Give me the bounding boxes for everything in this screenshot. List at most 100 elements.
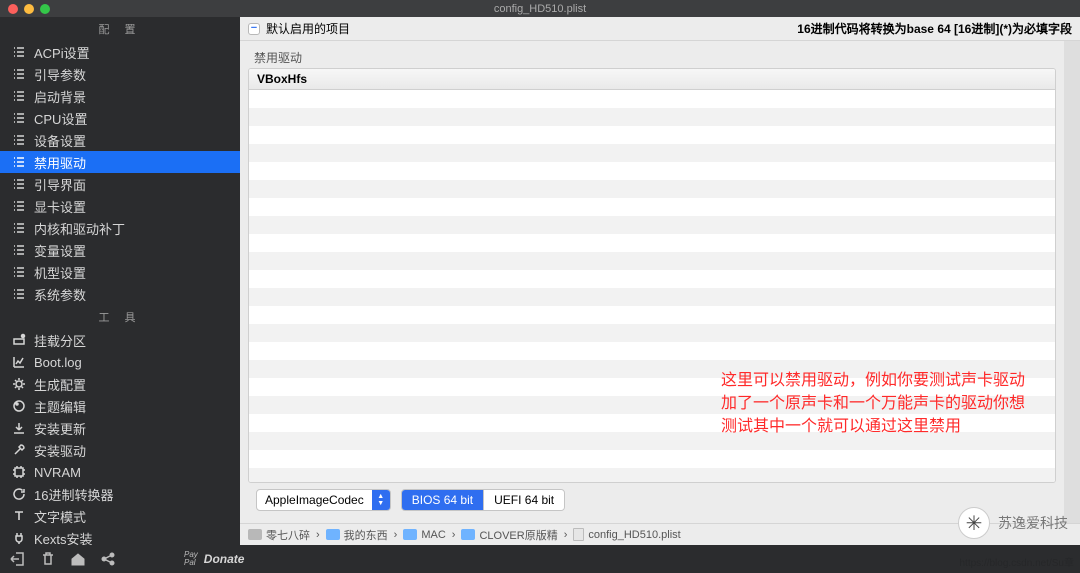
driver-combo[interactable]: AppleImageCodec ▲▼	[256, 489, 391, 511]
content-toolbar: 默认启用的项目 16进制代码将转换为base 64 [16进制](*)为必填字段	[240, 17, 1080, 41]
sidebar-item[interactable]: 机型设置	[0, 261, 240, 283]
table-row[interactable]	[249, 252, 1055, 270]
folder-icon	[326, 529, 340, 540]
sidebar-item[interactable]: 启动背景	[0, 85, 240, 107]
table-row[interactable]	[249, 108, 1055, 126]
table-row[interactable]	[249, 468, 1055, 482]
table-row[interactable]	[249, 90, 1055, 108]
table-row[interactable]	[249, 306, 1055, 324]
sidebar-item[interactable]: 主题编辑	[0, 395, 240, 417]
sidebar-item-label: 生成配置	[34, 375, 228, 394]
sidebar: 配 置 ACPi设置引导参数启动背景 CPU设置设备设置禁用驱动引导界面显卡设置内…	[0, 17, 240, 545]
trash-icon[interactable]	[40, 551, 56, 567]
list-icon	[12, 155, 26, 169]
gear-icon	[12, 377, 26, 391]
sidebar-item[interactable]: NVRAM	[0, 461, 240, 483]
table-row[interactable]	[249, 432, 1055, 450]
arch-option[interactable]: BIOS 64 bit	[402, 490, 483, 510]
default-enabled-label: 默认启用的项目	[266, 20, 350, 37]
refresh-icon	[12, 487, 26, 501]
sidebar-section-config: 配 置	[0, 17, 240, 41]
sidebar-item-label: 引导参数	[34, 65, 228, 84]
breadcrumb-item[interactable]: config_HD510.plist	[573, 528, 680, 541]
tools-icon	[12, 443, 26, 457]
watermark-text: 苏逸爱科技	[998, 513, 1068, 533]
disabled-drivers-table[interactable]: VBoxHfs 这里可以禁用驱动，例如你要测试声卡驱动 加了一个原声卡和一个万能…	[248, 68, 1056, 483]
sidebar-item-label: 禁用驱动	[34, 153, 228, 172]
table-row[interactable]	[249, 342, 1055, 360]
file-icon	[573, 528, 584, 541]
sidebar-item[interactable]: 设备设置	[0, 129, 240, 151]
table-row[interactable]	[249, 180, 1055, 198]
vertical-scrollbar[interactable]	[1064, 41, 1080, 523]
theme-icon	[12, 399, 26, 413]
sidebar-item[interactable]: 生成配置	[0, 373, 240, 395]
default-enabled-checkbox[interactable]	[248, 23, 260, 35]
sidebar-item-label: 文字模式	[34, 507, 228, 526]
home-icon[interactable]	[70, 551, 86, 567]
sidebar-item[interactable]: 安装更新	[0, 417, 240, 439]
zoom-window-button[interactable]	[40, 4, 50, 14]
sidebar-item-label: CPU设置	[34, 109, 228, 128]
sidebar-item-label: 系统参数	[34, 285, 228, 304]
sidebar-item[interactable]: 挂载分区	[0, 329, 240, 351]
table-row[interactable]	[249, 234, 1055, 252]
source-url-watermark: https://blog.csdn.net/Su章	[959, 554, 1074, 569]
table-row[interactable]	[249, 270, 1055, 288]
minimize-window-button[interactable]	[24, 4, 34, 14]
sidebar-item[interactable]: 变量设置	[0, 239, 240, 261]
sidebar-item[interactable]: CPU设置	[0, 107, 240, 129]
share-icon[interactable]	[100, 551, 116, 567]
breadcrumb-label: MAC	[421, 529, 445, 541]
breadcrumb-item[interactable]: 我的东西	[326, 527, 388, 543]
sidebar-item-label: 16进制转换器	[34, 485, 228, 504]
list-icon	[12, 221, 26, 235]
breadcrumb-item[interactable]: MAC	[403, 529, 445, 541]
table-row[interactable]	[249, 144, 1055, 162]
table-row[interactable]	[249, 450, 1055, 468]
breadcrumb-label: 零七八碎	[266, 527, 310, 543]
logout-icon[interactable]	[10, 551, 26, 567]
breadcrumb-item[interactable]: CLOVER原版精	[461, 527, 557, 543]
sidebar-item[interactable]: 禁用驱动	[0, 151, 240, 173]
sidebar-item-label: 设备设置	[34, 131, 228, 150]
table-row[interactable]	[249, 126, 1055, 144]
table-row[interactable]	[249, 216, 1055, 234]
sidebar-item[interactable]: Boot.log	[0, 351, 240, 373]
sidebar-item[interactable]: 引导参数	[0, 63, 240, 85]
sidebar-item[interactable]: 16进制转换器	[0, 483, 240, 505]
sidebar-item[interactable]: 引导界面	[0, 173, 240, 195]
sidebar-item-label: 主题编辑	[34, 397, 228, 416]
sidebar-item-label: 启动背景	[34, 87, 228, 106]
arch-option[interactable]: UEFI 64 bit	[483, 490, 564, 510]
combo-stepper-icon[interactable]: ▲▼	[372, 490, 390, 510]
table-row[interactable]	[249, 360, 1055, 378]
table-row[interactable]	[249, 288, 1055, 306]
sidebar-item[interactable]: 文字模式	[0, 505, 240, 527]
mount-icon	[12, 333, 26, 347]
sidebar-item-label: 显卡设置	[34, 197, 228, 216]
sidebar-item[interactable]: 内核和驱动补丁	[0, 217, 240, 239]
footer-bar: Pay Pal Donate	[0, 545, 1080, 573]
table-row[interactable]	[249, 396, 1055, 414]
sidebar-item[interactable]: ACPi设置	[0, 41, 240, 63]
sidebar-item-label: 内核和驱动补丁	[34, 219, 228, 238]
table-row[interactable]	[249, 162, 1055, 180]
sidebar-item[interactable]: 系统参数	[0, 283, 240, 305]
list-icon	[12, 67, 26, 81]
sidebar-item[interactable]: 安装驱动	[0, 439, 240, 461]
sidebar-item-label: 挂载分区	[34, 331, 228, 350]
list-icon	[12, 287, 26, 301]
sidebar-item-label: 机型设置	[34, 263, 228, 282]
table-header[interactable]: VBoxHfs	[249, 69, 1055, 90]
table-row[interactable]	[249, 378, 1055, 396]
sidebar-item[interactable]: 显卡设置	[0, 195, 240, 217]
breadcrumb-item[interactable]: 零七八碎	[248, 527, 310, 543]
donate-button[interactable]: Donate	[204, 552, 245, 566]
table-row[interactable]	[249, 414, 1055, 432]
list-icon	[12, 45, 26, 59]
close-window-button[interactable]	[8, 4, 18, 14]
paypal-label: Pay Pal	[184, 551, 198, 567]
table-row[interactable]	[249, 198, 1055, 216]
table-row[interactable]	[249, 324, 1055, 342]
